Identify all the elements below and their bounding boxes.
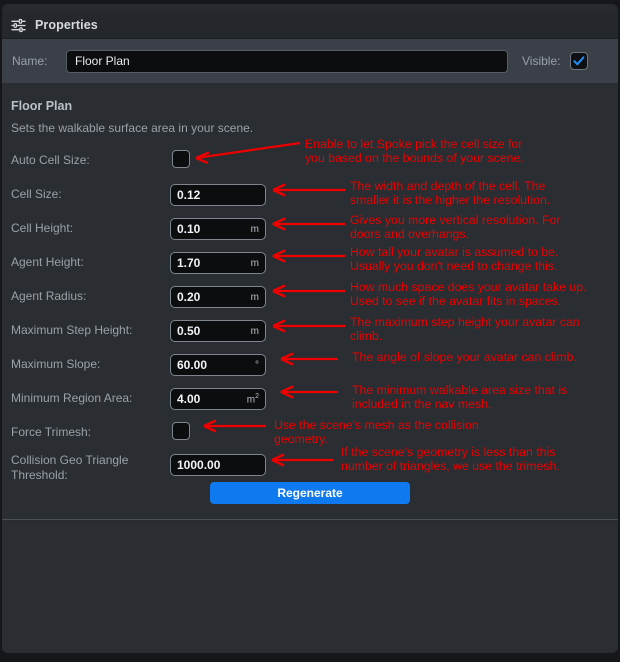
name-input[interactable]: [66, 50, 508, 73]
form-row: Collision Geo Triangle Threshold:1000.00: [2, 457, 618, 481]
unit-label: m: [248, 224, 259, 235]
field-label: Agent Radius:: [11, 289, 171, 303]
sliders-icon: [11, 18, 26, 33]
number-input[interactable]: 0.12: [170, 184, 266, 206]
number-value: 4.00: [177, 392, 244, 406]
number-input[interactable]: 60.00°: [170, 354, 266, 376]
panel-header: Properties: [2, 12, 618, 39]
section-description: Sets the walkable surface area in your s…: [11, 121, 253, 135]
name-label: Name:: [12, 54, 66, 68]
section-title: Floor Plan: [11, 99, 72, 113]
field-label: Auto Cell Size:: [11, 153, 171, 167]
form-row: Minimum Region Area:4.00m2: [2, 391, 618, 415]
field-label: Minimum Region Area:: [11, 391, 171, 405]
field-checkbox[interactable]: [172, 422, 190, 440]
panel-empty-area: [2, 521, 618, 653]
spoke-properties-panel: Properties Name: Visible: Floor Plan Set…: [0, 0, 620, 657]
number-value: 1000.00: [177, 458, 259, 472]
form-row: Maximum Step Height:0.50m: [2, 323, 618, 347]
number-input[interactable]: 0.20m: [170, 286, 266, 308]
regenerate-button[interactable]: Regenerate: [210, 482, 410, 504]
form-row: Maximum Slope:60.00°: [2, 357, 618, 381]
field-label: Cell Height:: [11, 221, 171, 235]
visible-label: Visible:: [522, 54, 560, 68]
number-input[interactable]: 1000.00: [170, 454, 266, 476]
number-value: 0.12: [177, 188, 259, 202]
panel-shell: Properties Name: Visible: Floor Plan Set…: [2, 4, 618, 653]
number-value: 0.50: [177, 324, 248, 338]
number-input[interactable]: 0.50m: [170, 320, 266, 342]
field-label: Maximum Slope:: [11, 357, 171, 371]
field-label: Agent Height:: [11, 255, 171, 269]
form-row: Agent Radius:0.20m: [2, 289, 618, 313]
field-label: Collision Geo Triangle Threshold:: [11, 453, 171, 483]
number-input[interactable]: 0.10m: [170, 218, 266, 240]
number-value: 0.20: [177, 290, 248, 304]
form-row: Agent Height:1.70m: [2, 255, 618, 279]
number-value: 0.10: [177, 222, 248, 236]
field-checkbox[interactable]: [172, 150, 190, 168]
number-value: 1.70: [177, 256, 248, 270]
floor-plan-section: Floor Plan Sets the walkable surface are…: [2, 83, 618, 520]
form-row: Cell Height:0.10m: [2, 221, 618, 245]
panel-title: Properties: [35, 18, 98, 32]
form-row: Force Trimesh:: [2, 425, 618, 449]
form-row: Auto Cell Size:: [2, 153, 618, 177]
name-row: Name: Visible:: [2, 39, 618, 83]
field-label: Force Trimesh:: [11, 425, 171, 439]
number-input[interactable]: 1.70m: [170, 252, 266, 274]
number-input[interactable]: 4.00m2: [170, 388, 266, 410]
form-row: Cell Size: 0.12: [2, 187, 618, 211]
field-label: Maximum Step Height:: [11, 323, 171, 337]
field-label: Cell Size:: [11, 187, 171, 201]
number-value: 60.00: [177, 358, 252, 372]
unit-label: °: [252, 360, 259, 371]
unit-label: m2: [244, 393, 259, 405]
unit-label: m: [248, 258, 259, 269]
unit-label: m: [248, 326, 259, 337]
unit-label: m: [248, 292, 259, 303]
visible-checkbox[interactable]: [570, 52, 588, 70]
